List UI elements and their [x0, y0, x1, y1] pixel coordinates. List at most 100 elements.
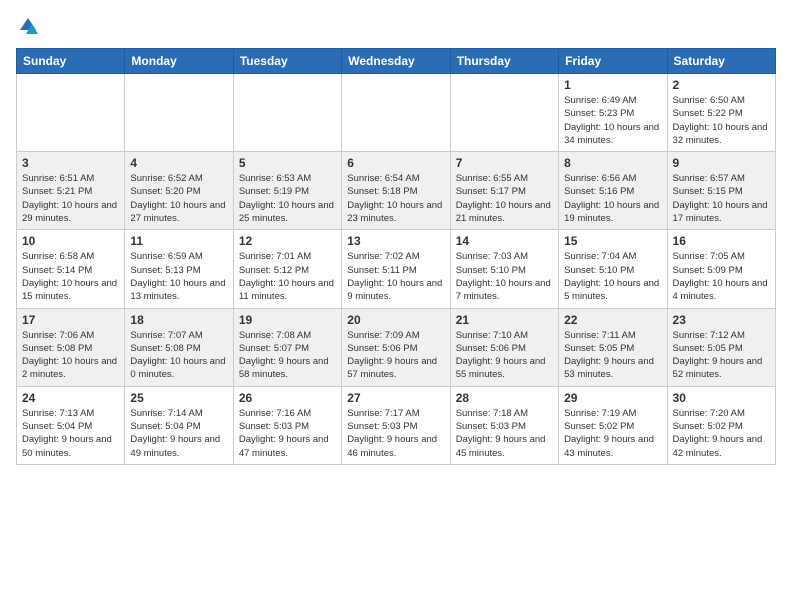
day-info: Sunrise: 6:55 AM Sunset: 5:17 PM Dayligh… [456, 172, 553, 225]
calendar-cell: 16 Sunrise: 7:05 AM Sunset: 5:09 PM Dayli… [667, 230, 775, 308]
day-number: 16 [673, 234, 770, 248]
day-info: Sunrise: 7:12 AM Sunset: 5:05 PM Dayligh… [673, 329, 770, 382]
calendar-cell: 6 Sunrise: 6:54 AM Sunset: 5:18 PM Daylig… [342, 152, 450, 230]
calendar-cell: 18 Sunrise: 7:07 AM Sunset: 5:08 PM Dayli… [125, 308, 233, 386]
calendar-cell: 29Sunrise: 7:19 AM Sunset: 5:02 PM Dayli… [559, 386, 667, 464]
calendar-cell: 10 Sunrise: 6:58 AM Sunset: 5:14 PM Dayli… [17, 230, 125, 308]
calendar-cell: 30 Sunrise: 7:20 AM Sunset: 5:02 PM Dayli… [667, 386, 775, 464]
calendar-cell: 5Sunrise: 6:53 AM Sunset: 5:19 PM Daylig… [233, 152, 341, 230]
day-info: Sunrise: 6:49 AM Sunset: 5:23 PM Dayligh… [564, 94, 661, 147]
calendar-cell: 13 Sunrise: 7:02 AM Sunset: 5:11 PM Dayli… [342, 230, 450, 308]
column-header-friday: Friday [559, 49, 667, 74]
day-number: 2 [673, 78, 770, 92]
calendar-cell: 21 Sunrise: 7:10 AM Sunset: 5:06 PM Dayli… [450, 308, 558, 386]
day-number: 26 [239, 391, 336, 405]
day-number: 23 [673, 313, 770, 327]
calendar-cell: 17Sunrise: 7:06 AM Sunset: 5:08 PM Dayli… [17, 308, 125, 386]
day-number: 19 [239, 313, 336, 327]
logo-icon [18, 16, 38, 36]
day-info: Sunrise: 7:05 AM Sunset: 5:09 PM Dayligh… [673, 250, 770, 303]
day-info: Sunrise: 7:09 AM Sunset: 5:06 PM Dayligh… [347, 329, 444, 382]
day-number: 12 [239, 234, 336, 248]
day-number: 29 [564, 391, 661, 405]
calendar-cell: 25 Sunrise: 7:14 AM Sunset: 5:04 PM Dayli… [125, 386, 233, 464]
day-number: 7 [456, 156, 553, 170]
calendar-cell [233, 74, 341, 152]
day-info: Sunrise: 7:03 AM Sunset: 5:10 PM Dayligh… [456, 250, 553, 303]
day-number: 14 [456, 234, 553, 248]
calendar-cell: 11 Sunrise: 6:59 AM Sunset: 5:13 PM Dayli… [125, 230, 233, 308]
column-header-monday: Monday [125, 49, 233, 74]
day-info: Sunrise: 6:56 AM Sunset: 5:16 PM Dayligh… [564, 172, 661, 225]
day-number: 21 [456, 313, 553, 327]
day-info: Sunrise: 6:50 AM Sunset: 5:22 PM Dayligh… [673, 94, 770, 147]
day-number: 13 [347, 234, 444, 248]
day-number: 18 [130, 313, 227, 327]
day-info: Sunrise: 7:10 AM Sunset: 5:06 PM Dayligh… [456, 329, 553, 382]
day-info: Sunrise: 7:14 AM Sunset: 5:04 PM Dayligh… [130, 407, 227, 460]
calendar-cell: 12 Sunrise: 7:01 AM Sunset: 5:12 PM Dayli… [233, 230, 341, 308]
calendar-week-3: 10 Sunrise: 6:58 AM Sunset: 5:14 PM Dayli… [17, 230, 776, 308]
day-info: Sunrise: 6:57 AM Sunset: 5:15 PM Dayligh… [673, 172, 770, 225]
day-info: Sunrise: 7:13 AM Sunset: 5:04 PM Dayligh… [22, 407, 119, 460]
day-info: Sunrise: 6:58 AM Sunset: 5:14 PM Dayligh… [22, 250, 119, 303]
day-number: 20 [347, 313, 444, 327]
calendar-cell: 27 Sunrise: 7:17 AM Sunset: 5:03 PM Dayli… [342, 386, 450, 464]
calendar-week-5: 24 Sunrise: 7:13 AM Sunset: 5:04 PM Dayli… [17, 386, 776, 464]
day-info: Sunrise: 7:02 AM Sunset: 5:11 PM Dayligh… [347, 250, 444, 303]
day-number: 9 [673, 156, 770, 170]
calendar-cell: 14 Sunrise: 7:03 AM Sunset: 5:10 PM Dayli… [450, 230, 558, 308]
calendar-cell [125, 74, 233, 152]
day-info: Sunrise: 6:54 AM Sunset: 5:18 PM Dayligh… [347, 172, 444, 225]
day-info: Sunrise: 6:52 AM Sunset: 5:20 PM Dayligh… [130, 172, 227, 225]
calendar-cell: 19 Sunrise: 7:08 AM Sunset: 5:07 PM Dayli… [233, 308, 341, 386]
calendar-cell [450, 74, 558, 152]
day-number: 15 [564, 234, 661, 248]
day-info: Sunrise: 6:51 AM Sunset: 5:21 PM Dayligh… [22, 172, 119, 225]
day-info: Sunrise: 7:07 AM Sunset: 5:08 PM Dayligh… [130, 329, 227, 382]
day-info: Sunrise: 7:16 AM Sunset: 5:03 PM Dayligh… [239, 407, 336, 460]
day-number: 25 [130, 391, 227, 405]
day-number: 24 [22, 391, 119, 405]
calendar-cell: 22 Sunrise: 7:11 AM Sunset: 5:05 PM Dayli… [559, 308, 667, 386]
calendar-cell: 1 Sunrise: 6:49 AM Sunset: 5:23 PM Daylig… [559, 74, 667, 152]
column-header-saturday: Saturday [667, 49, 775, 74]
day-info: Sunrise: 6:59 AM Sunset: 5:13 PM Dayligh… [130, 250, 227, 303]
calendar-cell: 15Sunrise: 7:04 AM Sunset: 5:10 PM Dayli… [559, 230, 667, 308]
page-header [16, 16, 776, 36]
calendar-cell: 8Sunrise: 6:56 AM Sunset: 5:16 PM Daylig… [559, 152, 667, 230]
calendar-week-1: 1 Sunrise: 6:49 AM Sunset: 5:23 PM Daylig… [17, 74, 776, 152]
logo [16, 16, 38, 36]
day-number: 4 [130, 156, 227, 170]
calendar-cell: 4 Sunrise: 6:52 AM Sunset: 5:20 PM Daylig… [125, 152, 233, 230]
day-info: Sunrise: 7:08 AM Sunset: 5:07 PM Dayligh… [239, 329, 336, 382]
day-info: Sunrise: 7:11 AM Sunset: 5:05 PM Dayligh… [564, 329, 661, 382]
column-header-tuesday: Tuesday [233, 49, 341, 74]
day-info: Sunrise: 7:01 AM Sunset: 5:12 PM Dayligh… [239, 250, 336, 303]
day-number: 1 [564, 78, 661, 92]
calendar-table: SundayMondayTuesdayWednesdayThursdayFrid… [16, 48, 776, 465]
calendar-cell: 26 Sunrise: 7:16 AM Sunset: 5:03 PM Dayli… [233, 386, 341, 464]
column-header-sunday: Sunday [17, 49, 125, 74]
calendar-cell: 2 Sunrise: 6:50 AM Sunset: 5:22 PM Daylig… [667, 74, 775, 152]
day-info: Sunrise: 7:20 AM Sunset: 5:02 PM Dayligh… [673, 407, 770, 460]
day-number: 30 [673, 391, 770, 405]
calendar-cell: 24 Sunrise: 7:13 AM Sunset: 5:04 PM Dayli… [17, 386, 125, 464]
day-number: 27 [347, 391, 444, 405]
calendar-week-4: 17Sunrise: 7:06 AM Sunset: 5:08 PM Dayli… [17, 308, 776, 386]
day-number: 28 [456, 391, 553, 405]
calendar-cell: 7 Sunrise: 6:55 AM Sunset: 5:17 PM Daylig… [450, 152, 558, 230]
day-number: 11 [130, 234, 227, 248]
day-number: 22 [564, 313, 661, 327]
day-number: 10 [22, 234, 119, 248]
day-info: Sunrise: 7:17 AM Sunset: 5:03 PM Dayligh… [347, 407, 444, 460]
day-info: Sunrise: 6:53 AM Sunset: 5:19 PM Dayligh… [239, 172, 336, 225]
column-header-wednesday: Wednesday [342, 49, 450, 74]
calendar-cell: 23 Sunrise: 7:12 AM Sunset: 5:05 PM Dayli… [667, 308, 775, 386]
calendar-cell: 3 Sunrise: 6:51 AM Sunset: 5:21 PM Daylig… [17, 152, 125, 230]
calendar-cell [342, 74, 450, 152]
calendar-cell: 20 Sunrise: 7:09 AM Sunset: 5:06 PM Dayli… [342, 308, 450, 386]
day-info: Sunrise: 7:06 AM Sunset: 5:08 PM Dayligh… [22, 329, 119, 382]
day-number: 6 [347, 156, 444, 170]
day-number: 3 [22, 156, 119, 170]
